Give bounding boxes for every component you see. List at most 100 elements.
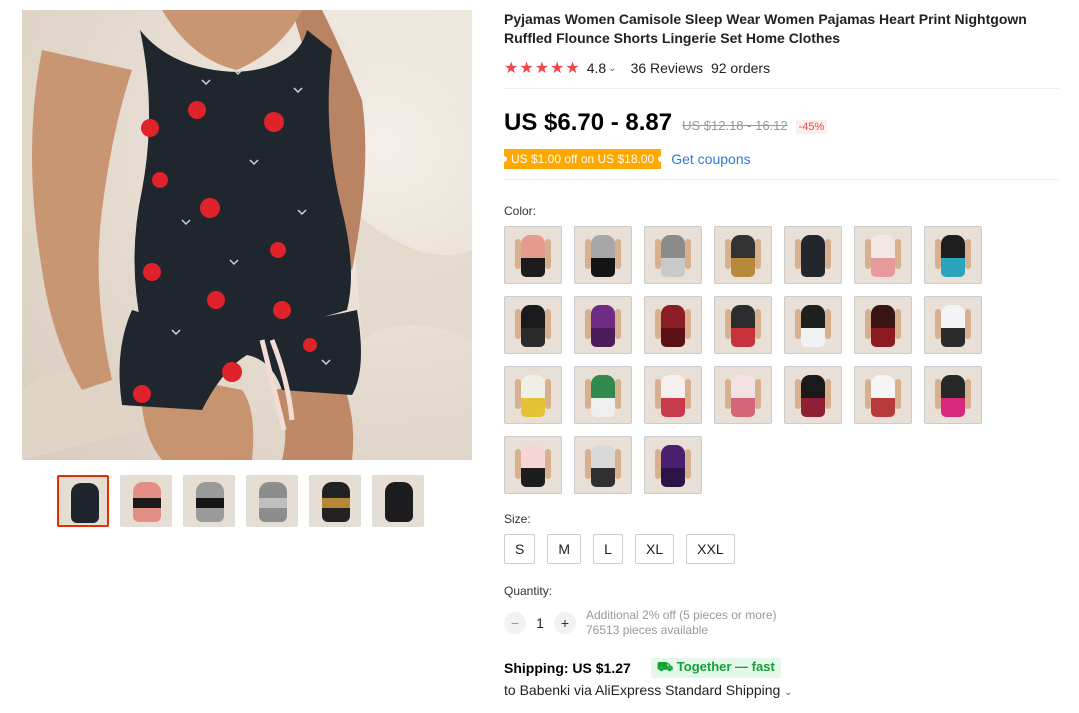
discount-badge: -45% <box>795 120 828 134</box>
swatch-garment <box>661 305 685 347</box>
color-swatch[interactable] <box>714 296 772 354</box>
swatch-arm <box>545 309 551 339</box>
size-option-m[interactable]: M <box>547 534 582 564</box>
size-label: Size: <box>504 512 531 526</box>
size-option-xxl[interactable]: XXL <box>686 534 735 564</box>
color-swatch[interactable] <box>924 226 982 284</box>
size-options: S M L XL XXL <box>504 534 1059 564</box>
thumbnail-image[interactable] <box>183 475 235 527</box>
reviews-link[interactable]: 36 Reviews <box>631 60 703 76</box>
swatch-garment <box>941 235 965 277</box>
color-swatch[interactable] <box>574 436 632 494</box>
color-swatch[interactable] <box>714 366 772 424</box>
quantity-stepper: − 1 + Additional 2% off (5 pieces or mor… <box>504 608 1059 638</box>
color-swatch[interactable] <box>644 366 702 424</box>
quantity-info: Additional 2% off (5 pieces or more) 765… <box>586 608 777 638</box>
swatch-garment <box>731 375 755 417</box>
shipping-destination-text: to Babenki via AliExpress Standard Shipp… <box>504 682 781 698</box>
quantity-decrease-button[interactable]: − <box>504 612 526 634</box>
main-product-image[interactable] <box>22 10 472 460</box>
swatch-arm <box>685 379 691 409</box>
swatch-arm <box>615 239 621 269</box>
swatch-arm <box>545 239 551 269</box>
color-swatch[interactable] <box>714 226 772 284</box>
swatch-garment <box>941 375 965 417</box>
swatch-arm <box>895 379 901 409</box>
coupon-badge: US $1.00 off on US $18.00 <box>504 149 662 169</box>
quantity-label: Quantity: <box>504 584 553 598</box>
original-price: US $12.18 - 16.12 <box>682 118 788 133</box>
shipping-price: Shipping: US $1.27 <box>504 660 631 676</box>
swatch-arm <box>685 309 691 339</box>
chevron-down-icon[interactable]: ⌄ <box>784 687 792 698</box>
product-info: Pyjamas Women Camisole Sleep Wear Women … <box>504 10 1059 698</box>
color-swatch[interactable] <box>644 296 702 354</box>
current-price: US $6.70 - 8.87 <box>504 109 673 136</box>
quantity-value[interactable]: 1 <box>526 615 554 631</box>
thumbnail-garment-band <box>196 498 224 508</box>
rating-score[interactable]: 4.8 <box>587 60 606 76</box>
swatch-arm <box>685 239 691 269</box>
swatch-garment <box>801 305 825 347</box>
swatch-garment <box>661 235 685 277</box>
swatch-arm <box>545 379 551 409</box>
color-swatch-grid <box>504 226 1059 494</box>
color-swatch[interactable] <box>854 366 912 424</box>
color-swatch[interactable] <box>574 226 632 284</box>
swatch-arm <box>825 379 831 409</box>
thumbnail-image[interactable] <box>57 475 109 527</box>
color-swatch[interactable] <box>924 296 982 354</box>
truck-icon: ⛟ <box>656 659 677 674</box>
product-gallery <box>22 10 472 527</box>
quantity-increase-button[interactable]: + <box>554 612 576 634</box>
swatch-arm <box>685 449 691 479</box>
swatch-garment <box>731 305 755 347</box>
bulk-discount-text: Additional 2% off (5 pieces or more) <box>586 608 777 622</box>
color-swatch[interactable] <box>504 366 562 424</box>
color-swatch[interactable] <box>504 436 562 494</box>
swatch-garment <box>661 375 685 417</box>
rating-row: ★★★★★ 4.8 ⌄ 36 Reviews 92 orders <box>504 58 1059 78</box>
thumbnail-garment-band <box>71 499 99 509</box>
thumbnail-image[interactable] <box>309 475 361 527</box>
get-coupons-link[interactable]: Get coupons <box>671 151 750 167</box>
color-swatch[interactable] <box>784 366 842 424</box>
color-swatch[interactable] <box>504 296 562 354</box>
swatch-garment <box>801 235 825 277</box>
swatch-arm <box>895 309 901 339</box>
swatch-garment <box>801 375 825 417</box>
size-option-s[interactable]: S <box>504 534 536 564</box>
thumbnail-image[interactable] <box>246 475 298 527</box>
color-swatch[interactable] <box>924 366 982 424</box>
together-fast-badge: ⛟ Together — fast <box>650 658 781 678</box>
color-swatch[interactable] <box>504 226 562 284</box>
swatch-garment <box>521 305 545 347</box>
orders-count: 92 orders <box>710 60 771 76</box>
color-swatch[interactable] <box>574 366 632 424</box>
color-swatch[interactable] <box>574 296 632 354</box>
swatch-arm <box>755 309 761 339</box>
thumbnail-strip <box>22 475 472 527</box>
color-swatch[interactable] <box>784 226 842 284</box>
swatch-arm <box>965 379 971 409</box>
color-swatch[interactable] <box>644 436 702 494</box>
swatch-arm <box>615 309 621 339</box>
size-option-xl[interactable]: XL <box>635 534 675 564</box>
color-swatch[interactable] <box>854 296 912 354</box>
swatch-garment <box>521 375 545 417</box>
color-swatch[interactable] <box>854 226 912 284</box>
color-swatch[interactable] <box>644 226 702 284</box>
swatch-garment <box>591 375 615 417</box>
chevron-down-icon[interactable]: ⌄ <box>608 63 616 74</box>
shipping-destination[interactable]: to Babenki via AliExpress Standard Shipp… <box>504 682 1059 698</box>
product-photo-illustration <box>22 10 472 460</box>
swatch-arm <box>965 309 971 339</box>
star-rating-icon: ★★★★★ <box>504 60 581 77</box>
color-swatch[interactable] <box>784 296 842 354</box>
size-option-l[interactable]: L <box>593 534 624 564</box>
color-label: Color: <box>504 204 537 218</box>
thumbnail-image[interactable] <box>372 475 424 527</box>
swatch-garment <box>941 305 965 347</box>
swatch-arm <box>615 379 621 409</box>
thumbnail-image[interactable] <box>120 475 172 527</box>
